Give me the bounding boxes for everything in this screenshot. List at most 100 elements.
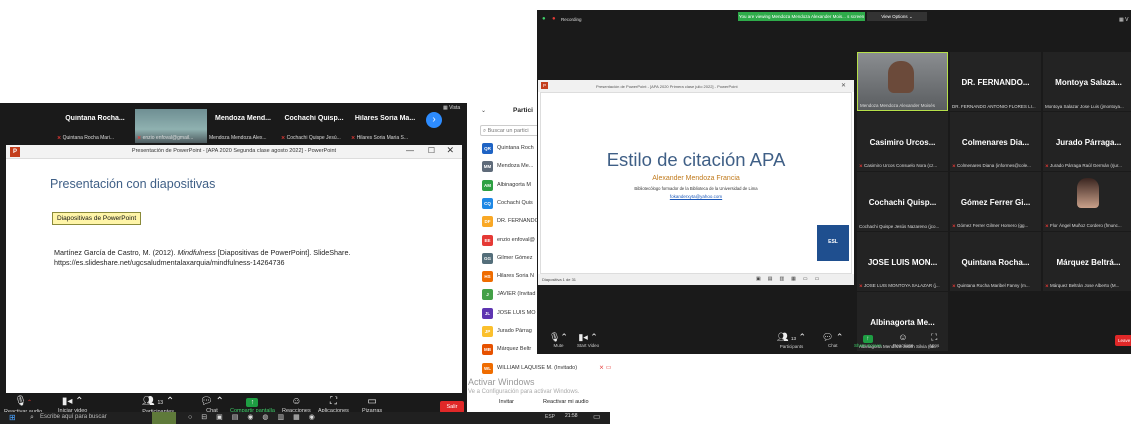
participant-tile[interactable]: JOSE LUIS MON... ⨯ JOSE LUIS MONTOYA SALA… [857,232,948,291]
tile-subname: DR. FERNANDO ANTONIO FLORES LI... [952,104,1036,109]
video-thumbnail[interactable]: Cochachi Quisp... ⨯ Cochachi Quispe Jesú… [279,109,349,143]
participants-count: 13 [157,400,164,406]
reactions-icon: ☺ [898,332,908,342]
taskbar-clock[interactable]: 21:58 [565,413,578,419]
unmute-me-button[interactable]: Reactivar mi audio [543,399,589,405]
tile-name: DR. FERNANDO... [961,78,1030,87]
thumbnail-name: Quintana Rocha... [65,115,125,122]
tile-subname: Casimiro Urcos Consuelo Nora (cz... [864,163,938,168]
tile-name: Montoya Salaza... [1055,78,1122,87]
participant-tile[interactable]: Quintana Rocha... ⨯ Quintana Rocha Maribe… [950,232,1041,291]
view-label[interactable]: Vista [449,105,460,111]
search-icon[interactable]: ⌕ [30,414,34,422]
tile-subname: Quintana Rocha Maribel Fanny (m... [957,283,1030,288]
muted-mic-icon: 🎙︎⌃ [14,396,32,407]
participant-name: Quintana Roch [497,145,534,151]
participant-avatar: MM [482,161,493,173]
reactions-button[interactable]: ☺ Reactions [893,332,913,348]
slide-heading: Presentación con diapositivas [50,177,216,191]
muted-mic-icon: ⨯ [351,135,356,141]
activate-windows-watermark: Activar Windows [468,377,535,387]
participant-name: Gilmer Gómez [497,254,533,261]
participant-avatar: MB [482,344,493,356]
minimize-icon[interactable]: — [406,146,414,155]
thumbnail-name: Hilares Soria Ma... [354,115,416,122]
thumbnail-subname: enzio enfoval@gmail... [142,135,194,141]
next-page-icon[interactable]: › [426,112,442,128]
video-thumbnail[interactable]: Hilares Soria Ma... ⨯ Hilares Soria Mari… [349,109,421,143]
participant-tile[interactable]: Montoya Salaza... Montoya Salazar Jose Lu… [1043,52,1131,111]
participants-button[interactable]: 👥︎ 13 ⌃ Participants [777,332,806,349]
view-mode-icons[interactable]: ▣▤▥▦▭▭ [756,276,826,282]
view-grid-icon[interactable]: ▦ V [1119,17,1128,23]
collapse-icon[interactable]: ⌄ [481,107,486,114]
thumbnail-name: Cochachi Quisp... [284,115,344,122]
slide-title: Estilo de citación APA [606,149,786,170]
muted-mic-icon: ⨯ [1045,223,1049,228]
slide-label-box: Diapositivas de PowerPoint [52,212,142,225]
search-icon: ⌕ [483,128,487,134]
chat-button[interactable]: 💬︎ ⌃ Chat [822,332,843,348]
participant-avatar: AM [482,179,493,191]
participant-tile[interactable]: Colmenares Dia... ⨯ Colmenares Diana (inf… [950,112,1041,171]
video-thumbnail[interactable]: ⨯ enzio enfoval@gmail... [135,109,207,143]
windows-start-icon[interactable]: ⊞ [9,413,16,422]
apps-button[interactable]: ⛶ Apps [929,332,939,348]
invite-button[interactable]: Invitar [499,399,514,405]
thumbnail-name: Mendoza Mend... [215,115,271,122]
participant-tile[interactable]: Gómez Ferrer Gi... ⨯ Gómez Ferrer Gilmer … [950,172,1041,231]
record-icon: ● [552,16,556,22]
notifications-icon[interactable]: ▭ [593,412,601,421]
participant-name: JAVIER (Invitad [497,291,536,298]
video-thumbnail[interactable]: Mendoza Mend... Mendoza Mendoza Alex... [207,109,279,143]
participant-tile[interactable]: Mendoza Mendoza Alexander Moisés [857,52,948,111]
participant-tile[interactable]: Cochachi Quisp... Cochachi Quispe Jesús N… [857,172,948,231]
tile-name: JOSE LUIS MON... [867,258,938,267]
participant-avatar: J [482,289,493,301]
participant-name: JOSE LUIS MO [497,309,536,316]
participants-count: 13 [790,336,796,341]
video-thumbnail[interactable]: Quintana Rocha... ⨯ Quintana Rocha Mari.… [55,109,135,143]
shield-icon[interactable]: ● [542,16,546,22]
taskbar-search-field[interactable]: Escribe aquí para buscar [40,414,107,420]
muted-mic-icon: ⨯ [952,163,956,168]
muted-mic-icon: ⨯ [952,283,956,288]
close-icon[interactable]: ✕ [446,145,454,156]
start-video-button[interactable]: ▮◂ ⌃ Start Video [577,332,599,348]
taskbar-language[interactable]: ESP [545,414,555,420]
powerpoint-title: Presentación de PowerPoint - [APA 2020 P… [596,84,738,89]
taskbar-weather-icon[interactable] [152,412,176,424]
tile-subname: Colmenares Diana (informes@cole... [957,163,1031,168]
participant-tile[interactable]: Márquez Beltrá... ⨯ Márquez Beltrán Jose … [1043,232,1131,291]
participants-icon: 👥︎ [142,396,155,407]
muted-mic-icon: ⨯ [952,223,956,228]
slide-citation: Martínez García de Castro, M. (2012). Mi… [54,248,351,267]
viewing-screen-banner: You are viewing Mendoza Mendoza Alexande… [738,12,865,21]
view-grid-icon[interactable]: ▦ [443,105,448,111]
activate-windows-subtext: Ve a Configuración para activar Windows. [468,389,580,395]
tile-name: Casimiro Urcos... [869,138,936,147]
thumbnail-strip: Quintana Rocha... ⨯ Quintana Rocha Mari.… [0,103,467,145]
muted-mic-icon: ⨯ [57,135,62,141]
tile-name: Márquez Beltrá... [1056,258,1121,267]
participant-tile[interactable]: Jurado Párraga... ⨯ Jurado Párraga Raúl G… [1043,112,1131,171]
leave-button[interactable]: Leave [1115,335,1131,346]
slide-email[interactable]: fokanderxyta@yahoo.com [541,194,851,199]
tile-subname: Montoya Salazar Jose Luis (jmontoya... [1045,104,1124,109]
participant-tile[interactable]: DR. FERNANDO... DR. FERNANDO ANTONIO FLOR… [950,52,1041,111]
thumbnail-subname: Cochachi Quispe Jesú... [286,135,341,141]
muted-mic-icon: ⨯ [137,135,142,141]
participant-tile[interactable]: ⨯ Flor Ángel Muñoz Cordero (fmunc... [1043,172,1131,231]
share-screen-button[interactable]: ↑ Share Screen [854,332,882,348]
participant-tile[interactable]: Casimiro Urcos... ⨯ Casimiro Urcos Consue… [857,112,948,171]
slide-counter: Diapositiva 1 de 31 [542,277,577,282]
maximize-icon[interactable]: ☐ [428,146,435,155]
left-zoom-window: Quintana Rocha... ⨯ Quintana Rocha Mari.… [0,103,467,424]
view-options-button[interactable]: View Options ⌄ [867,12,927,21]
muted-mic-icon: ⨯ [1045,163,1049,168]
mute-button[interactable]: 🎙︎⌃ Mute [549,332,568,348]
close-icon[interactable]: ✕ [841,82,846,89]
participant-avatar: EE [482,234,493,246]
apps-icon: ⛶ [329,396,337,407]
taskbar-app-icons[interactable]: ○⊟▣▤◉◍▥▦◉ [188,413,324,421]
